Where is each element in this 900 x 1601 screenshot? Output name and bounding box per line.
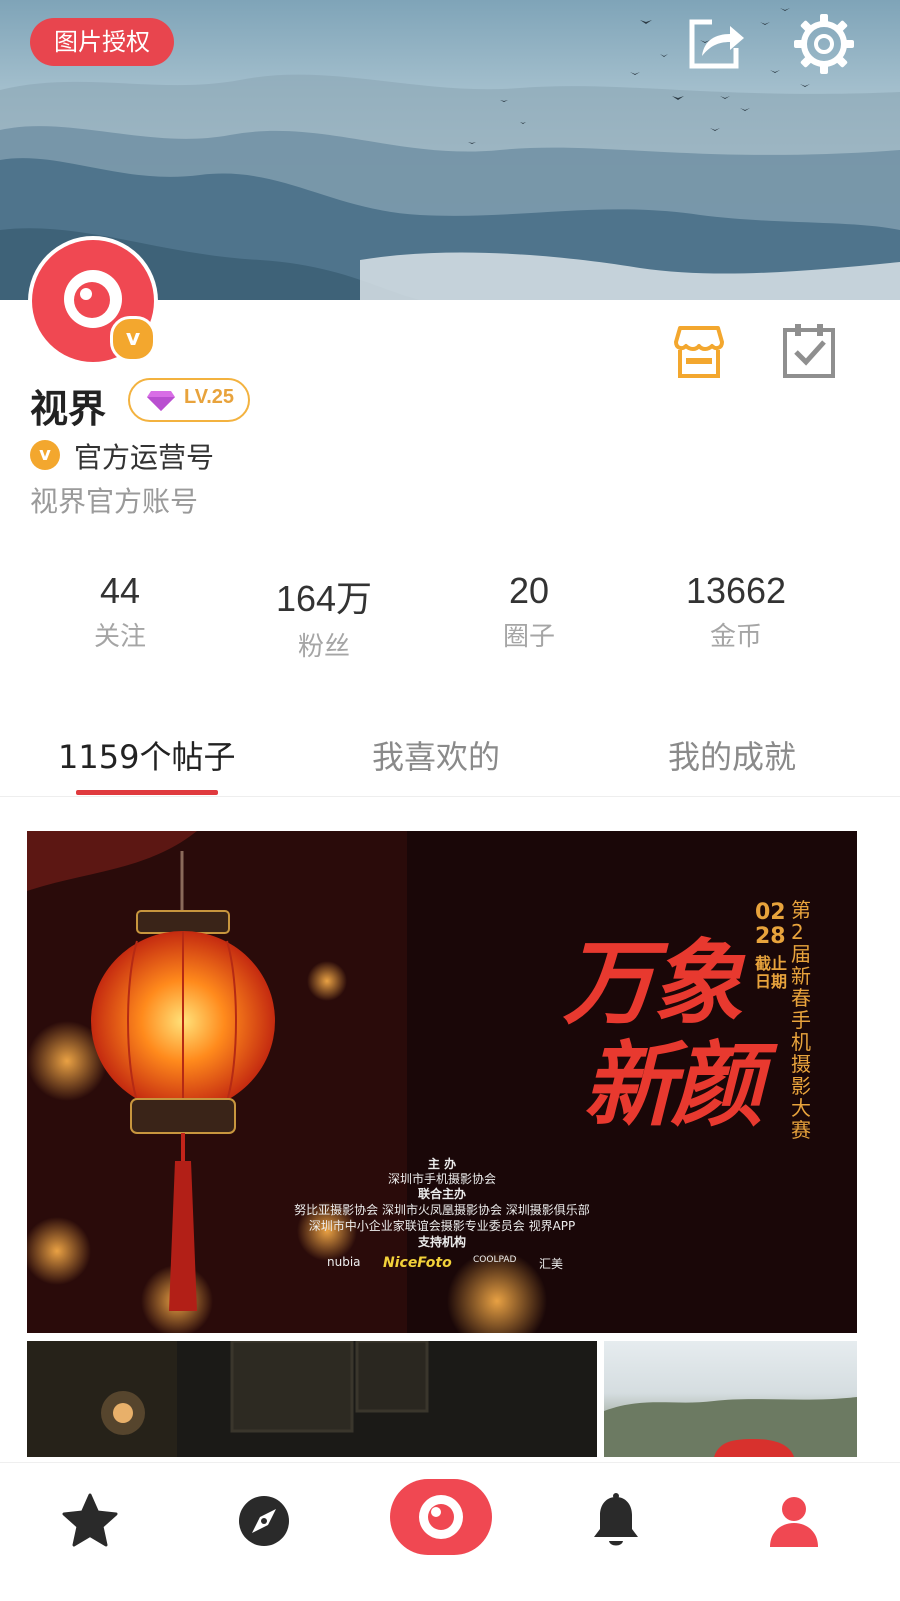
tab-achievements[interactable]: 我的成就 [668, 732, 796, 778]
sponsor-logo: nubia [327, 1255, 361, 1269]
bottom-navigation [0, 1462, 900, 1601]
poster-cohost-label: 联合主办 [417, 1187, 466, 1201]
poster-cohosts-line1: 努比亚摄影协会 深圳市火凤凰摄影协会 深圳摄影俱乐部 [294, 1203, 590, 1217]
profile-bio: 视界官方账号 [30, 485, 199, 518]
user-icon [770, 1497, 818, 1547]
compass-icon [239, 1496, 289, 1546]
level-text: LV.25 [184, 386, 235, 408]
image-license-badge[interactable]: 图片授权 [30, 18, 174, 66]
settings-button[interactable] [792, 12, 856, 76]
store-button[interactable] [670, 324, 728, 380]
poster-title-line2: 新颜 [583, 1031, 763, 1139]
diamond-icon [147, 391, 175, 411]
poster-contest-title: 第2届新春手机摄影大赛 [791, 898, 811, 1142]
gear-icon [794, 14, 854, 74]
store-icon [674, 326, 724, 378]
poster-host-label: 主 办 [427, 1157, 457, 1171]
username: 视界 [30, 387, 107, 431]
bell-icon [594, 1493, 638, 1546]
poster-host: 深圳市手机摄影协会 [387, 1172, 496, 1186]
camera-eye-icon [419, 1495, 463, 1539]
poster-cohosts-line2: 深圳市中小企业家联谊会摄影专业委员会 视界APP [308, 1219, 576, 1233]
tab-liked[interactable]: 我喜欢的 [372, 732, 500, 778]
stat-following[interactable]: 44 关注 [20, 570, 220, 653]
stat-circles[interactable]: 20 圈子 [429, 570, 629, 653]
stat-label: 关注 [93, 622, 146, 652]
stat-value: 44 [99, 570, 141, 611]
checkin-button[interactable] [780, 322, 838, 380]
feed-post-poster[interactable]: 万象 新颜 02 28 截止日期 第2届新春手机摄影大赛 主 办 深圳市手机摄影… [27, 831, 857, 1333]
stat-coins[interactable]: 13662 金币 [636, 570, 836, 653]
avatar-logo-pupil [74, 282, 110, 318]
share-icon [689, 19, 744, 69]
official-account-label: 官方运营号 [74, 441, 215, 474]
clipboard-check-icon [783, 324, 835, 378]
stat-value: 164万 [275, 578, 373, 619]
nav-discover[interactable] [232, 1489, 296, 1553]
poster-date: 02 28 截止日期 [755, 901, 795, 991]
poster-deadline-label: 截止日期 [755, 954, 788, 991]
tab-posts[interactable]: 1159个帖子 [58, 732, 235, 778]
verified-badge: v [110, 316, 156, 362]
poster-date-value: 02 28 [755, 900, 786, 949]
feed-post-thumbnail[interactable] [604, 1341, 857, 1457]
poster-sponsor-logos: nubia NiceFoto COOLPAD 汇美 [327, 1255, 607, 1275]
stat-label: 粉丝 [297, 632, 350, 662]
active-tab-indicator [76, 790, 218, 795]
level-badge[interactable]: LV.25 [128, 378, 250, 422]
nav-profile[interactable] [762, 1489, 826, 1553]
nav-favorites[interactable] [58, 1489, 122, 1553]
poster-support-label: 支持机构 [417, 1235, 466, 1249]
nav-camera-button[interactable] [390, 1479, 492, 1555]
stat-label: 圈子 [502, 622, 555, 652]
divider [0, 796, 900, 797]
avatar[interactable]: v [28, 236, 158, 366]
sponsor-logo: COOLPAD [473, 1255, 517, 1265]
outdoor-photo [604, 1397, 857, 1457]
nav-notifications[interactable] [584, 1489, 648, 1553]
stat-label: 金币 [709, 622, 762, 652]
avatar-logo-glint [80, 288, 92, 300]
sponsor-logo: NiceFoto [383, 1255, 452, 1271]
stat-value: 13662 [685, 570, 787, 611]
avatar-logo-eye-white [64, 270, 122, 328]
dark-room-photo [27, 1341, 597, 1457]
official-account-icon: v [30, 440, 60, 470]
feed-post-thumbnail[interactable] [27, 1341, 597, 1457]
sponsor-logo: 汇美 [539, 1257, 564, 1271]
stat-value: 20 [508, 570, 550, 611]
star-icon [62, 1493, 118, 1547]
stat-followers[interactable]: 164万 粉丝 [224, 570, 424, 663]
share-button[interactable] [684, 14, 748, 74]
